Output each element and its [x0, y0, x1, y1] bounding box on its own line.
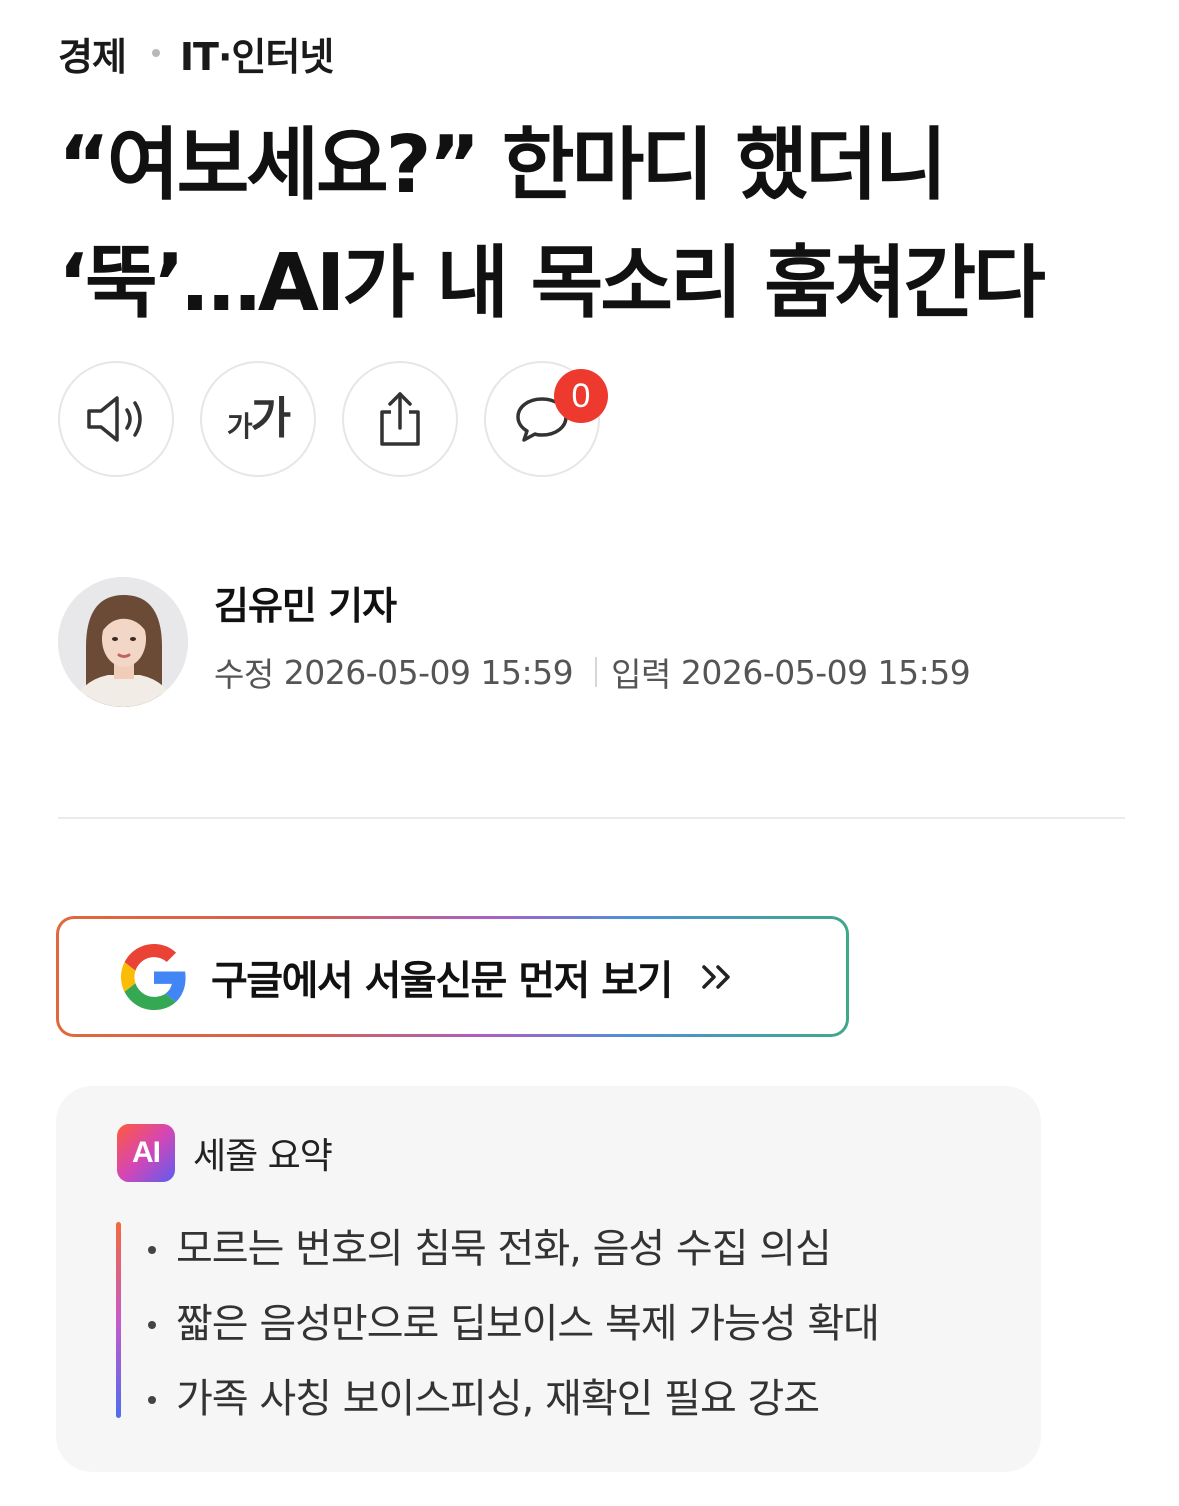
- section-divider: [58, 817, 1125, 819]
- google-follow-button-inner: 구글에서 서울신문 먼저 보기: [59, 919, 846, 1034]
- published-date: 2026-05-09 15:59: [680, 652, 971, 692]
- article-headline: “여보세요?” 한마디 했더니 ‘뚝’…AI가 내 목소리 훔쳐간다: [58, 106, 1138, 342]
- ai-badge-icon: AI: [117, 1124, 175, 1182]
- breadcrumb-separator: [151, 49, 160, 57]
- summary-item: 가족 사칭 보이스피싱, 재확인 필요 강조: [148, 1366, 879, 1441]
- bullet-icon: [148, 1246, 156, 1254]
- headline-line-1: “여보세요?” 한마디 했더니: [58, 119, 947, 211]
- comment-count-badge: 0: [554, 369, 608, 423]
- ai-summary-box: AI 세줄 요약 모르는 번호의 침묵 전화, 음성 수집 의심 짧은 음성만으…: [56, 1086, 1041, 1472]
- summary-list: 모르는 번호의 침묵 전화, 음성 수집 의심 짧은 음성만으로 딥보이스 복제…: [148, 1216, 880, 1441]
- author-name[interactable]: 김유민 기자: [214, 578, 970, 634]
- author-info: 김유민 기자 수정 2026-05-09 15:59 입력 2026-05-09…: [214, 578, 971, 696]
- share-icon: [380, 392, 420, 446]
- font-size-icon: 가 가: [226, 393, 291, 444]
- share-button[interactable]: [342, 361, 458, 477]
- reporter-photo: [58, 577, 188, 707]
- date-separator: [595, 657, 598, 687]
- published-label: 입력: [611, 655, 671, 694]
- summary-item: 모르는 번호의 침묵 전화, 음성 수집 의심: [148, 1216, 879, 1291]
- font-size-button[interactable]: 가 가: [200, 361, 316, 477]
- listen-button[interactable]: [58, 361, 174, 477]
- breadcrumb-subsection[interactable]: IT·인터넷: [180, 26, 334, 81]
- summary-accent-bar: [116, 1222, 121, 1418]
- comment-button[interactable]: 0: [484, 361, 608, 477]
- breadcrumb: 경제 IT·인터넷: [58, 26, 334, 81]
- bullet-icon: [148, 1321, 156, 1329]
- ai-summary-header: AI 세줄 요약: [117, 1124, 333, 1182]
- google-follow-button[interactable]: 구글에서 서울신문 먼저 보기: [56, 916, 849, 1037]
- ai-summary-title: 세줄 요약: [193, 1136, 333, 1177]
- article-dates: 수정 2026-05-09 15:59 입력 2026-05-09 15:59: [214, 648, 971, 696]
- google-g-icon: [121, 943, 186, 1010]
- bullet-icon: [148, 1396, 156, 1404]
- breadcrumb-section[interactable]: 경제: [58, 26, 127, 81]
- double-chevron-right-icon: [702, 964, 730, 989]
- author-block: 김유민 기자 수정 2026-05-09 15:59 입력 2026-05-09…: [58, 577, 971, 707]
- speaker-icon: [87, 396, 142, 442]
- headline-line-2: ‘뚝’…AI가 내 목소리 훔쳐간다: [58, 237, 1046, 329]
- modified-date: 2026-05-09 15:59: [283, 652, 574, 692]
- avatar[interactable]: [58, 577, 188, 707]
- article-actions: 가 가 0: [58, 361, 608, 477]
- modified-label: 수정: [214, 655, 274, 694]
- google-follow-label: 구글에서 서울신문 먼저 보기: [211, 957, 673, 1004]
- summary-item: 짧은 음성만으로 딥보이스 복제 가능성 확대: [148, 1291, 880, 1366]
